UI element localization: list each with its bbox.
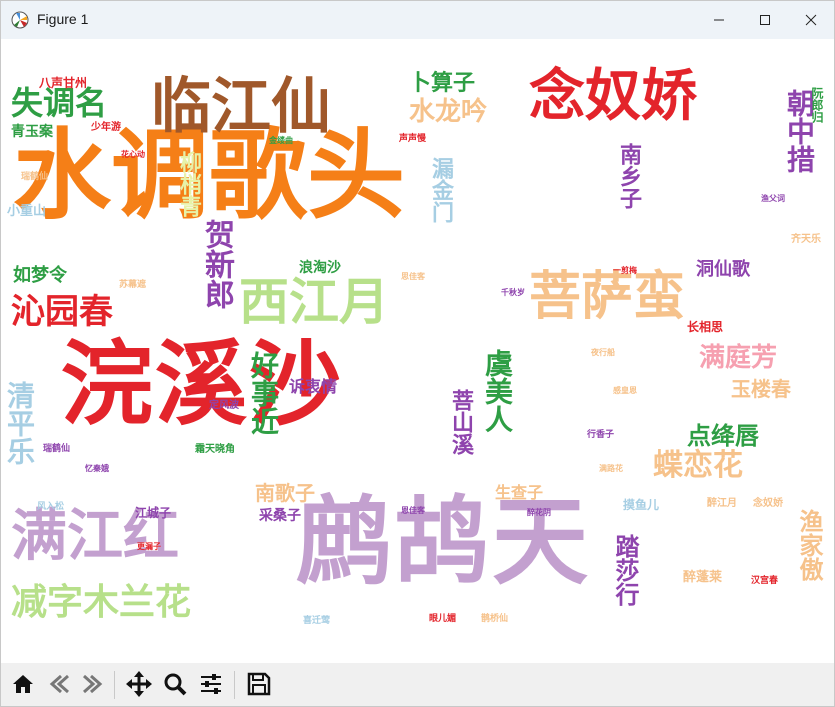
word-hexinlang: 贺新郎	[199, 219, 234, 309]
minimize-button[interactable]	[696, 1, 742, 39]
word-ganhuangen: 感皇恩	[613, 386, 637, 395]
word-ruanlanggui: 阮郎归	[810, 87, 824, 123]
matplotlib-app-icon	[11, 11, 29, 29]
close-button[interactable]	[788, 1, 834, 39]
word-sijiake: 思佳客	[401, 272, 425, 281]
word-tasuoxing: 踏莎行	[611, 534, 639, 606]
forward-button[interactable]	[77, 668, 109, 700]
word-yexingchuan: 夜行船	[591, 348, 615, 357]
word-fengrusong: 风入松	[37, 502, 65, 512]
word-queqiaoxian: 鹊桥仙	[481, 614, 509, 624]
configure-subplots-button[interactable]	[195, 668, 227, 700]
word-dingfengbo: 定风波	[209, 400, 239, 411]
word-shuangtianxiaojiao: 霜天晓角	[195, 444, 235, 455]
word-nianujiao: 念奴娇	[529, 64, 697, 129]
word-yiqine: 忆秦娥	[85, 464, 109, 473]
word-nanxiangzi: 南乡子	[616, 143, 641, 209]
word-sumuzhe: 苏幕遮	[119, 280, 147, 290]
word-qingyuan: 青玉案	[11, 124, 53, 140]
word-zuijiangyue: 醉江月	[707, 498, 737, 509]
word-busuanzi: 卜算子	[409, 71, 476, 96]
home-icon	[13, 675, 33, 693]
close-icon	[805, 14, 817, 26]
word-changxiangsi: 长相思	[687, 320, 724, 334]
word-ruihexian: 瑞鹤仙	[43, 444, 71, 454]
word-nianujiao-small: 念奴娇	[753, 498, 783, 509]
word-enjiake: 恩佳客	[401, 506, 425, 515]
wordcloud-canvas: 浣溪沙 水调歌头 鹧鸪天 满江红 临江仙 念奴娇 菩萨蛮 西江月 沁园春 减字木…	[1, 39, 834, 663]
word-yulouchun: 玉楼春	[731, 377, 791, 401]
word-suzhongqing: 诉衷情	[289, 377, 338, 396]
word-rumengling: 如梦令	[13, 265, 67, 286]
window-title: Figure 1	[37, 11, 89, 27]
word-zuipenglai: 醉蓬莱	[683, 570, 723, 585]
word-langtaosha: 浪淘沙	[299, 260, 341, 276]
word-manluhua: 满路花	[599, 464, 623, 473]
word-ruihexian-small: 瑞鹤仙	[21, 172, 49, 182]
word-dongxiange: 洞仙歌	[696, 259, 750, 280]
word-xingxiangzi: 行香子	[587, 430, 615, 440]
word-hangongchun: 汉宫春	[751, 576, 779, 586]
word-shengshengman: 声声慢	[399, 134, 427, 144]
toolbar-separator	[114, 671, 115, 699]
word-genglouzi: 更漏子	[137, 542, 161, 551]
word-shidiaoming: 失调名	[11, 84, 108, 122]
home-button[interactable]	[7, 668, 39, 700]
toolbar-separator	[234, 671, 235, 699]
word-jianzimulanhua: 减字木兰花	[11, 582, 192, 623]
word-yijianmei: 一剪梅	[613, 266, 637, 275]
word-shuilongyin: 水龙吟	[409, 97, 488, 127]
save-icon	[247, 672, 271, 696]
forward-icon	[83, 674, 103, 694]
back-icon	[49, 674, 69, 694]
word-dianjiangchun: 点绛唇	[687, 422, 759, 450]
word-haoshijin: 好事近	[247, 351, 280, 435]
word-qinyuanchun: 沁园春	[11, 292, 113, 332]
word-huaxindong: 花心动	[121, 150, 145, 159]
word-shaonianyou: 少年游	[91, 122, 121, 133]
configure-subplots-icon	[201, 674, 221, 694]
word-linjiangxian: 临江仙	[151, 72, 331, 142]
word-yumeiren: 虞美人	[481, 349, 514, 433]
word-qitianle: 齐天乐	[791, 234, 821, 245]
navigation-toolbar	[1, 663, 834, 706]
word-shengchazi: 生查子	[495, 483, 544, 502]
word-jiangchengzi: 江城子	[135, 506, 172, 520]
minimize-icon	[714, 19, 724, 21]
word-yanermei: 眼儿媚	[429, 614, 457, 624]
word-mantingfang: 满庭芳	[699, 343, 778, 373]
word-pushanxi: 菩山溪	[448, 389, 473, 455]
word-yufuci: 渔父词	[761, 194, 785, 203]
word-xiqianying: 喜迁莺	[303, 616, 331, 626]
word-caisangzi: 采桑子	[259, 508, 301, 524]
pan-icon	[126, 671, 152, 697]
word-zhaozhongcuo: 朝中措	[783, 89, 816, 173]
maximize-icon	[760, 15, 770, 25]
pan-button[interactable]	[123, 668, 155, 700]
zoom-icon	[164, 673, 187, 696]
word-yujiaao: 渔家傲	[795, 509, 823, 581]
word-jinlvqu: 金缕曲	[269, 136, 293, 145]
word-dielianhua: 蝶恋花	[653, 448, 743, 483]
word-xijiangyue: 西江月	[239, 273, 389, 331]
title-bar: Figure 1	[1, 1, 834, 39]
save-button[interactable]	[243, 668, 275, 700]
maximize-button[interactable]	[742, 1, 788, 39]
word-qianqiusui: 千秋岁	[501, 288, 525, 297]
zoom-button[interactable]	[159, 668, 191, 700]
word-loujinmen: 漏金门	[428, 157, 453, 223]
word-bashengganzhou: 八声甘州	[39, 76, 88, 90]
word-xiaochongshan: 小重山	[7, 204, 47, 219]
word-qingpingle: 清平乐	[3, 381, 36, 465]
word-pusaman: 菩萨蛮	[529, 267, 686, 327]
word-nangezi: 南歌子	[255, 481, 315, 505]
word-moyuer: 摸鱼儿	[623, 498, 660, 512]
word-liushaoqing: 柳梢青	[176, 151, 201, 217]
figure-window: Figure 1 浣溪沙 水调歌头 鹧鸪天 满江红 临江仙 念奴娇 菩萨蛮 西江…	[0, 0, 835, 707]
word-zuihuayin: 醉花阴	[527, 508, 551, 517]
back-button[interactable]	[43, 668, 75, 700]
